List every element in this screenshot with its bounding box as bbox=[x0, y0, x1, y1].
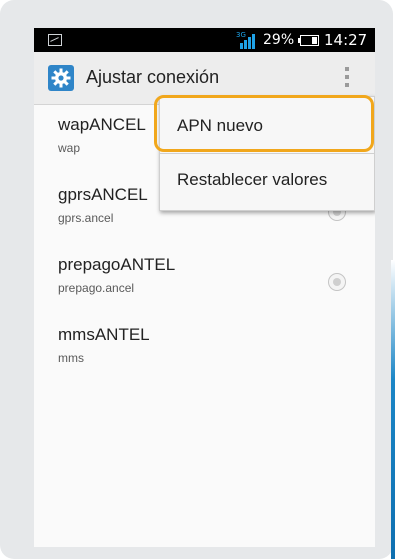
image-icon bbox=[48, 34, 62, 46]
apn-name: wapANCEL bbox=[58, 115, 146, 134]
apn-value: gprs.ancel bbox=[58, 211, 114, 225]
menu-item-reset-defaults[interactable]: Restablecer valores bbox=[160, 155, 374, 207]
menu-divider bbox=[160, 153, 374, 154]
highlight-outline bbox=[154, 95, 374, 152]
page-title: Ajustar conexión bbox=[86, 67, 220, 87]
settings-gear-icon[interactable] bbox=[48, 65, 74, 91]
apn-name: gprsANCEL bbox=[58, 185, 148, 204]
apn-name: prepagoANTEL bbox=[58, 255, 176, 274]
overflow-menu-icon[interactable] bbox=[342, 67, 352, 91]
apn-value: wap bbox=[58, 141, 81, 155]
status-time: 14:27 bbox=[324, 31, 368, 49]
apn-value: mms bbox=[58, 351, 84, 365]
apn-item-mmsantel[interactable]: mmsANTEL mms bbox=[34, 315, 375, 385]
status-bar: 3G 29% 14:27 bbox=[34, 28, 375, 52]
battery-percent: 29% bbox=[263, 32, 295, 48]
menu-item-label: Restablecer valores bbox=[177, 170, 328, 189]
signal-icon: 3G bbox=[234, 31, 256, 49]
apn-name: mmsANTEL bbox=[58, 325, 150, 344]
phone-screen: 3G 29% 14:27 Ajustar conexión wapANCEL w… bbox=[34, 28, 375, 547]
apn-item-prepagoantel[interactable]: prepagoANTEL prepago.ancel bbox=[34, 245, 375, 315]
battery-level-fill bbox=[312, 37, 317, 44]
battery-icon bbox=[298, 35, 319, 46]
network-type-label: 3G bbox=[236, 31, 246, 39]
apn-radio-button[interactable] bbox=[328, 273, 346, 291]
edge-accent bbox=[391, 260, 395, 559]
apn-value: prepago.ancel bbox=[58, 281, 135, 295]
